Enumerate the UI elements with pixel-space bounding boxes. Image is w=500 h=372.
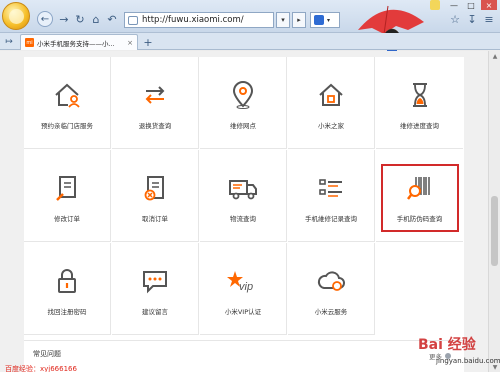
service-label: 维修网点	[230, 122, 256, 130]
service-item-store-appointment[interactable]: 预约亲临门店服务	[24, 57, 111, 149]
service-item-mi-home[interactable]: 小米之家	[288, 57, 375, 149]
service-item-repair-progress[interactable]: 维修进度查询	[376, 57, 463, 149]
service-label: 小米云服务	[314, 308, 348, 316]
close-icon[interactable]: ×	[481, 0, 497, 10]
watermark-brand: Bai 经验	[418, 337, 476, 353]
cancel-order-icon	[139, 172, 171, 204]
back-icon[interactable]: ←	[37, 11, 53, 27]
service-label: 找回注册密码	[47, 308, 87, 316]
service-label: 小米之家	[318, 122, 344, 130]
watermark-domain: jingyan.baidu.com	[436, 357, 500, 365]
chat-bubble-icon	[139, 265, 171, 297]
service-item-mi-cloud[interactable]: 小米云服务	[288, 243, 375, 335]
service-item-cancel-order[interactable]: 取消订单	[112, 150, 199, 242]
tab-xiaomi-service[interactable]: mi 小米手机服务支持——小... ×	[20, 34, 138, 50]
undo-icon[interactable]: ↶	[105, 12, 119, 26]
new-tab-button[interactable]: +	[142, 36, 154, 49]
service-label: 退换货查询	[138, 122, 172, 130]
service-item-feedback[interactable]: 建议留言	[112, 243, 199, 335]
mi-favicon-icon: mi	[25, 38, 34, 47]
tab-close-icon[interactable]: ×	[127, 39, 133, 47]
faq-title: 常见问题	[33, 350, 61, 358]
address-url[interactable]: http://fuwu.xiaomi.com/	[142, 15, 244, 25]
home-mi-icon	[315, 79, 347, 111]
cloud-icon	[315, 265, 347, 297]
download-icon[interactable]: ↧	[465, 12, 479, 26]
repair-record-icon	[315, 172, 347, 204]
service-item-recover-password[interactable]: 找回注册密码	[24, 243, 111, 335]
service-item-modify-order[interactable]: 修改订单	[24, 150, 111, 242]
favorites-star-icon[interactable]: ☆	[448, 12, 462, 26]
address-dropdown-button[interactable]: ▾	[276, 12, 290, 28]
page-content: 预约亲临门店服务 退换货查询 维修网点 小米之家 维修进度查询 修改订单 取消订…	[0, 51, 500, 372]
service-label: 物流查询	[230, 215, 256, 223]
scroll-up-icon[interactable]: ▲	[490, 52, 500, 60]
maximize-icon[interactable]: □	[464, 0, 478, 10]
page-icon	[128, 15, 138, 25]
tab-title: 小米手机服务支持——小...	[37, 39, 115, 48]
service-label: 预约亲临门店服务	[41, 122, 93, 130]
highlight-box	[381, 164, 459, 232]
search-engine-selector[interactable]: ▾	[310, 12, 340, 28]
house-person-icon	[51, 79, 83, 111]
browser-logo-icon[interactable]	[2, 2, 30, 30]
edit-order-icon	[51, 172, 83, 204]
scrollbar-thumb[interactable]	[491, 196, 498, 266]
delivery-truck-icon	[227, 172, 259, 204]
forward-icon[interactable]: →	[57, 12, 71, 26]
service-item-repair-locations[interactable]: 维修网点	[200, 57, 287, 149]
service-panel: 预约亲临门店服务 退换货查询 维修网点 小米之家 维修进度查询 修改订单 取消订…	[24, 57, 464, 372]
skin-icon[interactable]	[430, 0, 440, 10]
address-bar[interactable]: http://fuwu.xiaomi.com/	[124, 12, 274, 28]
service-item-logistics[interactable]: 物流查询	[200, 150, 287, 242]
minimize-icon[interactable]: —	[447, 0, 461, 10]
search-engine-icon	[314, 15, 324, 25]
service-label: 手机維修记录查询	[305, 215, 357, 223]
menu-icon[interactable]: ≡	[482, 12, 496, 26]
footer-note: 百度经验：xyj666166	[5, 365, 77, 372]
service-label: 建议留言	[142, 308, 168, 316]
service-item-return-exchange[interactable]: 退换货查询	[112, 57, 199, 149]
padlock-icon	[51, 265, 83, 297]
vip-star-icon: vip	[227, 265, 259, 297]
vertical-scrollbar[interactable]: ▲ ▼	[488, 51, 500, 372]
exchange-arrows-icon	[139, 79, 171, 111]
location-pin-icon	[227, 79, 259, 111]
tab-bar: ↦ mi 小米手机服务支持——小... × +	[0, 33, 500, 50]
service-item-repair-record[interactable]: 手机維修记录查询	[288, 150, 375, 242]
sidebar-toggle-icon[interactable]: ↦	[3, 36, 15, 47]
home-icon[interactable]: ⌂	[89, 12, 103, 26]
baidu-watermark: Bai 经验 jingyan.baidu.com	[402, 334, 500, 372]
service-label: 小米VIP认证	[224, 308, 262, 316]
hourglass-icon	[404, 79, 436, 111]
go-button[interactable]: ▸	[292, 12, 306, 28]
svg-text:vip: vip	[239, 281, 253, 293]
browser-toolbar: ← → ↻ ⌂ ↶ http://fuwu.xiaomi.com/ ▾ ▸ ▾ …	[0, 0, 500, 51]
service-label: 取消订单	[142, 215, 168, 223]
service-item-vip-certification[interactable]: vip 小米VIP认证	[200, 243, 287, 335]
faq-section: 常见问题 更多	[24, 340, 464, 372]
service-label: 维修进度查询	[400, 122, 439, 130]
service-label: 修改订单	[54, 215, 80, 223]
refresh-icon[interactable]: ↻	[73, 12, 87, 26]
